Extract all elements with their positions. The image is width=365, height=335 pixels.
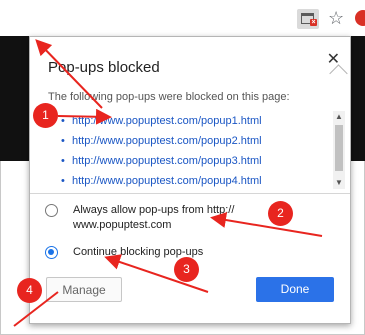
continue-blocking-radio[interactable] [45, 246, 58, 259]
annotation-badge-1: 1 [33, 103, 58, 128]
close-icon[interactable]: ✕ [327, 49, 340, 69]
scroll-up-icon[interactable]: ▲ [333, 111, 345, 123]
annotation-badge-2: 2 [268, 201, 293, 226]
scroll-down-icon[interactable]: ▼ [333, 177, 345, 189]
blocked-popup-link-4[interactable]: http://www.popuptest.com/popup4.html [48, 171, 346, 189]
annotation-badge-4: 4 [17, 278, 42, 303]
divider [30, 193, 350, 194]
browser-toolbar: × ☆ [0, 0, 365, 36]
blocked-x-icon: × [310, 19, 317, 26]
popup-blocked-icon[interactable]: × [297, 9, 319, 29]
blocked-popup-list: http://www.popuptest.com/popup1.html htt… [48, 111, 346, 189]
star-icon[interactable]: ☆ [328, 7, 344, 29]
scroll-thumb[interactable] [335, 125, 343, 171]
list-scrollbar[interactable]: ▲ ▼ [333, 111, 345, 189]
done-button[interactable]: Done [256, 277, 334, 302]
profile-icon[interactable] [355, 10, 365, 26]
manage-button[interactable]: Manage [46, 277, 122, 302]
blocked-popup-link-2[interactable]: http://www.popuptest.com/popup2.html [48, 131, 346, 151]
annotation-badge-3: 3 [174, 257, 199, 282]
allow-popups-label[interactable]: Always allow pop-ups from http:// www.po… [73, 203, 273, 233]
blocked-popup-link-1[interactable]: http://www.popuptest.com/popup1.html [48, 111, 346, 131]
blocked-popup-link-3[interactable]: http://www.popuptest.com/popup3.html [48, 151, 346, 171]
dialog-title: Pop-ups blocked [48, 59, 160, 76]
allow-popups-radio[interactable] [45, 204, 58, 217]
dialog-description: The following pop-ups were blocked on th… [48, 91, 290, 103]
